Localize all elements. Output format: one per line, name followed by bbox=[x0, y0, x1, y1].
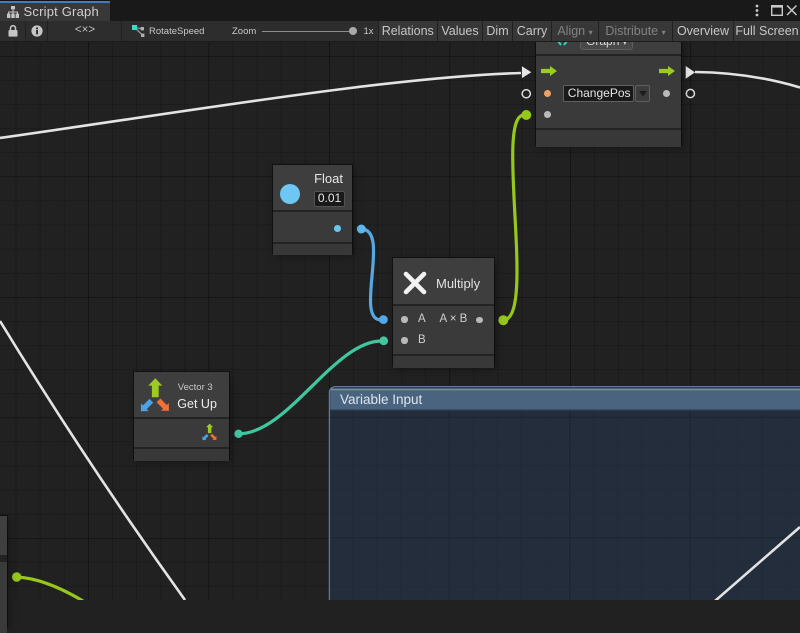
svg-text:Variable Input: Variable Input bbox=[340, 392, 423, 407]
